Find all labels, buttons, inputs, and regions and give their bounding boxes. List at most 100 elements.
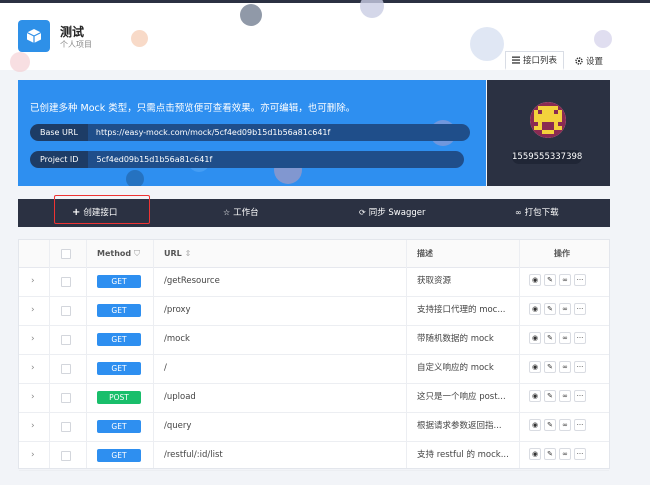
row-operations: ◉ ✎ ∞ ··· <box>529 361 586 373</box>
project-subtitle: 个人项目 <box>60 40 92 49</box>
user-panel: 1559555337398 <box>487 80 610 186</box>
url-header[interactable]: URL ⇕ <box>164 240 191 267</box>
link-icon: ∞ <box>515 208 522 217</box>
preview-eye-icon[interactable]: ◉ <box>529 448 541 460</box>
pixel-avatar-icon[interactable] <box>530 102 566 138</box>
expand-chevron-icon[interactable]: › <box>31 354 35 383</box>
api-table: Method ⛉ URL ⇕ 描述 操作 › GET/getResource 获取资… <box>18 239 610 471</box>
project-id-value[interactable]: 5cf4ed09b15d1b56a81c641f <box>88 151 465 168</box>
table-row[interactable]: › GET/mock 带随机数据的 mock ◉ ✎ ∞ ··· <box>19 325 609 355</box>
more-icon[interactable]: ··· <box>574 419 586 431</box>
copy-link-icon[interactable]: ∞ <box>559 448 571 460</box>
decor-bubble <box>126 170 144 186</box>
preview-eye-icon[interactable]: ◉ <box>529 361 541 373</box>
tab-label: 设置 <box>586 56 604 67</box>
edit-pencil-icon[interactable]: ✎ <box>544 303 556 315</box>
more-icon[interactable]: ··· <box>574 332 586 344</box>
description-cell: 这只是一个响应 post... <box>417 392 506 402</box>
table-row[interactable]: › GET/restful/:id/list 支持 restful 的 mock..… <box>19 441 609 471</box>
project-id-label: Project ID <box>30 151 89 168</box>
description-cell: 带随机数据的 mock <box>417 334 494 344</box>
copy-link-icon[interactable]: ∞ <box>559 303 571 315</box>
sync-swagger-button[interactable]: ⟳ 同步 Swagger <box>359 199 425 227</box>
row-operations: ◉ ✎ ∞ ··· <box>529 303 586 315</box>
download-button[interactable]: ∞ 打包下载 <box>515 199 559 227</box>
row-checkbox[interactable] <box>61 451 71 461</box>
row-operations: ◉ ✎ ∞ ··· <box>529 390 586 402</box>
url-cell: /getResource <box>164 276 220 286</box>
column-divider <box>153 240 154 468</box>
column-divider <box>406 240 407 468</box>
method-badge: GET <box>97 304 141 317</box>
preview-eye-icon[interactable]: ◉ <box>529 390 541 402</box>
table-row[interactable]: › GET / 自定义响应的 mock ◉ ✎ ∞ ··· <box>19 354 609 384</box>
expand-chevron-icon[interactable]: › <box>31 441 35 470</box>
more-icon[interactable]: ··· <box>574 448 586 460</box>
expand-chevron-icon[interactable]: › <box>31 383 35 412</box>
column-divider <box>49 240 50 468</box>
base-url-value[interactable]: https://easy-mock.com/mock/5cf4ed09b15d1… <box>87 124 470 141</box>
base-url-row: Base URL https://easy-mock.com/mock/5cf4… <box>30 124 470 141</box>
table-row[interactable]: › GET/query 根据请求参数返回指... ◉ ✎ ∞ ··· <box>19 412 609 442</box>
copy-link-icon[interactable]: ∞ <box>559 419 571 431</box>
more-icon[interactable]: ··· <box>574 361 586 373</box>
expand-chevron-icon[interactable]: › <box>31 267 35 296</box>
row-checkbox[interactable] <box>61 306 71 316</box>
row-checkbox[interactable] <box>61 364 71 374</box>
row-checkbox[interactable] <box>61 277 71 287</box>
table-header: Method ⛉ URL ⇕ 描述 操作 <box>19 240 609 268</box>
sort-icon[interactable]: ⇕ <box>185 249 192 258</box>
base-url-label: Base URL <box>30 124 88 141</box>
description-cell: 获取资源 <box>417 276 452 286</box>
project-logo <box>18 20 50 52</box>
workbench-label: 工作台 <box>233 208 259 218</box>
preview-eye-icon[interactable]: ◉ <box>529 274 541 286</box>
copy-link-icon[interactable]: ∞ <box>559 274 571 286</box>
filter-icon[interactable]: ⛉ <box>134 249 140 258</box>
table-row[interactable]: › GET/getResource 获取资源 ◉ ✎ ∞ ··· <box>19 267 609 297</box>
edit-pencil-icon[interactable]: ✎ <box>544 332 556 344</box>
preview-eye-icon[interactable]: ◉ <box>529 332 541 344</box>
expand-chevron-icon[interactable]: › <box>31 296 35 325</box>
cube-icon <box>26 29 42 43</box>
description-cell: 支持接口代理的 moc... <box>417 305 506 315</box>
more-icon[interactable]: ··· <box>574 274 586 286</box>
more-icon[interactable]: ··· <box>574 303 586 315</box>
tab-api-list[interactable]: 接口列表 <box>505 51 565 70</box>
row-operations: ◉ ✎ ∞ ··· <box>529 448 586 460</box>
more-icon[interactable]: ··· <box>574 390 586 402</box>
table-row[interactable]: › POST/upload 这只是一个响应 post... ◉ ✎ ∞ ··· <box>19 383 609 413</box>
tab-settings[interactable]: 设置 <box>569 51 609 70</box>
row-checkbox[interactable] <box>61 393 71 403</box>
method-badge: GET <box>97 362 141 375</box>
user-id: 1559555337398 <box>512 150 583 164</box>
select-all-checkbox[interactable] <box>61 249 71 259</box>
edit-pencil-icon[interactable]: ✎ <box>544 274 556 286</box>
expand-chevron-icon[interactable]: › <box>31 412 35 441</box>
expand-chevron-icon[interactable]: › <box>31 325 35 354</box>
url-cell: /upload <box>164 392 196 402</box>
copy-link-icon[interactable]: ∞ <box>559 332 571 344</box>
mock-info-banner: 已创建多种 Mock 类型，只需点击预览便可查看效果。亦可编辑，也可删除。 Ba… <box>18 80 486 186</box>
preview-eye-icon[interactable]: ◉ <box>529 303 541 315</box>
edit-pencil-icon[interactable]: ✎ <box>544 419 556 431</box>
description-cell: 根据请求参数返回指... <box>417 421 502 431</box>
table-row[interactable]: › GET/proxy 支持接口代理的 moc... ◉ ✎ ∞ ··· <box>19 296 609 326</box>
copy-link-icon[interactable]: ∞ <box>559 390 571 402</box>
preview-eye-icon[interactable]: ◉ <box>529 419 541 431</box>
row-checkbox[interactable] <box>61 422 71 432</box>
edit-pencil-icon[interactable]: ✎ <box>544 448 556 460</box>
row-checkbox[interactable] <box>61 335 71 345</box>
edit-pencil-icon[interactable]: ✎ <box>544 390 556 402</box>
copy-link-icon[interactable]: ∞ <box>559 361 571 373</box>
star-icon: ☆ <box>223 208 231 217</box>
method-header[interactable]: Method ⛉ <box>97 240 140 267</box>
download-label: 打包下载 <box>524 208 559 218</box>
operations-header: 操作 <box>554 249 570 258</box>
workbench-button[interactable]: ☆ 工作台 <box>223 199 259 227</box>
gear-icon <box>575 56 583 65</box>
edit-pencil-icon[interactable]: ✎ <box>544 361 556 373</box>
banner-message: 已创建多种 Mock 类型，只需点击预览便可查看效果。亦可编辑，也可删除。 <box>30 103 356 114</box>
row-operations: ◉ ✎ ∞ ··· <box>529 274 586 286</box>
method-badge: GET <box>97 420 141 433</box>
